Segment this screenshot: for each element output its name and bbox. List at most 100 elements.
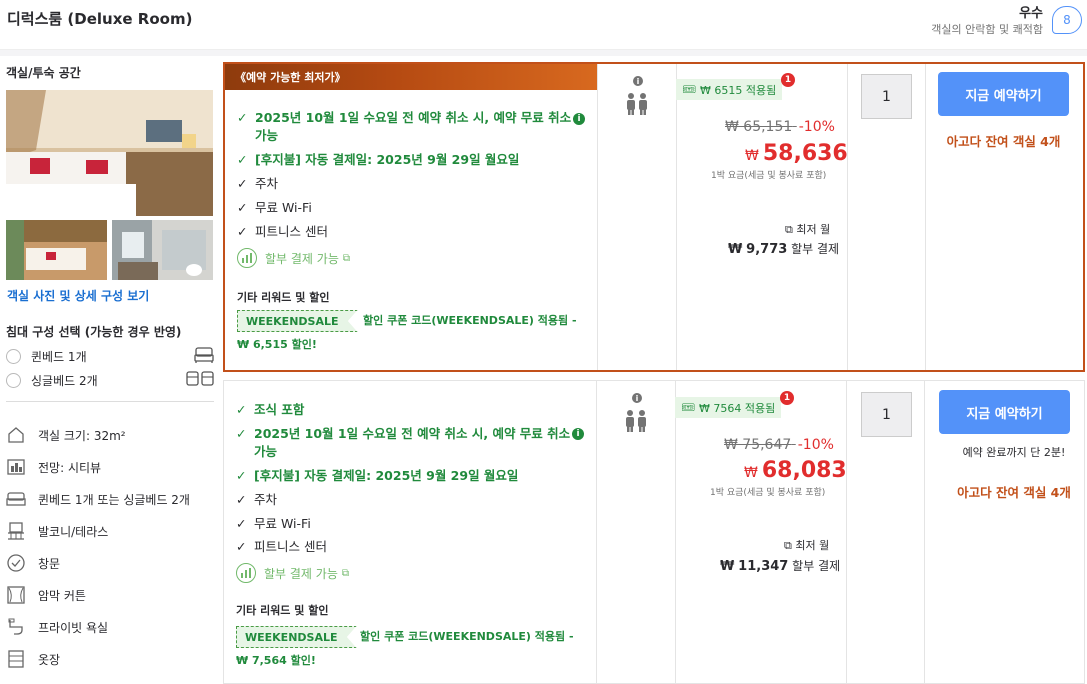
room-space-title: 객실/투숙 공간: [6, 66, 81, 80]
amenity-item: 객실 크기: 32m²: [6, 424, 216, 446]
coupon-discount-amount: ₩ 7,564 할인!: [236, 654, 316, 667]
info-icon[interactable]: i: [573, 113, 585, 125]
installment-link[interactable]: 할부 결제 가능 ⧉: [237, 248, 350, 268]
room-photo-main[interactable]: [6, 90, 213, 216]
review-score-badge[interactable]: 8: [1052, 6, 1082, 34]
final-price-value: 58,636: [762, 141, 848, 166]
monthly-installment-amount: ₩ 11,347 할부 결제: [720, 557, 840, 574]
bed-option-label: 싱글베드 2개: [31, 373, 98, 388]
bed-option-radio[interactable]: [6, 348, 21, 364]
room-offer-card: ✓ 조식 포함 ✓ 2025년 10월 1일 수요일 전 예약 취소 시, 예약…: [223, 380, 1085, 684]
amenity-label: 전망: 시티뷰: [38, 460, 102, 475]
amenity-item: 창문: [6, 552, 216, 574]
room-photos-link[interactable]: 객실 사진 및 상세 구성 보기: [7, 287, 149, 304]
installment-icon: [237, 248, 257, 268]
currency-symbol: ₩: [728, 242, 743, 257]
bed-option-radio[interactable]: [6, 372, 21, 388]
condition-text: 2025년 10월 1일 수요일 전 예약 취소 시, 예약 무료 취소 가능: [254, 426, 571, 459]
currency-symbol: ₩: [745, 148, 759, 164]
check-icon: ✓: [237, 152, 248, 167]
room-photo-thumb-1[interactable]: [6, 220, 107, 280]
feature-fitness: ✓ 피트니스 센터: [237, 223, 577, 241]
info-icon[interactable]: i: [633, 76, 643, 86]
coupon-code-tag: WEEKENDSALE: [236, 626, 357, 648]
monthly-suffix: 할부 결제: [791, 242, 840, 256]
check-icon: ✓: [237, 200, 248, 215]
rewards-title: 기타 리워드 및 할인: [236, 604, 329, 617]
monthly-installment-amount: ₩ 9,773 할부 결제: [728, 240, 839, 257]
column-divider: [675, 381, 676, 683]
check-icon: ✓: [236, 516, 247, 531]
feature-text: 주차: [255, 176, 279, 191]
discount-percent: -10%: [797, 437, 834, 453]
notification-badge: 1: [781, 73, 795, 87]
monthly-amount-value: 11,347: [738, 559, 789, 574]
external-link-icon: ⧉: [784, 539, 792, 552]
coupon-discount-amount: ₩ 6,515 할인!: [237, 338, 317, 351]
currency-symbol: ₩: [744, 465, 758, 481]
installment-link[interactable]: 할부 결제 가능 ⧉: [236, 563, 349, 583]
amenity-item: 전망: 시티뷰: [6, 456, 216, 478]
curtain-icon: [6, 585, 26, 605]
feature-wifi: ✓ 무료 Wi-Fi: [236, 515, 576, 533]
column-divider: [597, 64, 598, 370]
room-size-icon: [6, 425, 26, 445]
bed-option-queen[interactable]: 퀸베드 1개: [6, 346, 214, 366]
amenity-item: 퀸베드 1개 또는 싱글베드 2개: [6, 488, 216, 510]
booking-urgency-notice: 예약 완료까지 단 2분!: [962, 446, 1066, 459]
coupon-code-tag: WEEKENDSALE: [237, 310, 358, 332]
coupon-applied-text: 할인 쿠폰 코드(WEEKENDSALE) 적용됨 -: [360, 630, 574, 643]
amenity-label: 퀸베드 1개 또는 싱글베드 2개: [38, 492, 190, 507]
twin-bed-icon: [186, 370, 214, 392]
room-header: 디럭스룸 (Deluxe Room) 우수 객실의 안락함 및 쾌적함 8: [0, 0, 1087, 50]
bed-config-title: 침대 구성 선택 (가능한 경우 반영): [6, 325, 182, 339]
breakfast-included-condition: ✓ 조식 포함: [236, 401, 576, 419]
amenity-label: 암막 커튼: [38, 588, 86, 603]
monthly-installment-label: ⧉ 최저 월: [784, 537, 829, 553]
book-now-button[interactable]: 지금 예약하기: [938, 72, 1069, 116]
room-quantity-select[interactable]: 1: [861, 392, 912, 437]
check-icon: ✓: [236, 492, 247, 507]
price-note: 1박 요금(세금 및 봉사료 포함): [711, 171, 827, 181]
original-price: ₩ 75,647 -10%: [724, 437, 834, 453]
best-price-ribbon: 《예약 가능한 최저가》: [225, 64, 597, 90]
feature-text: 피트니스 센터: [255, 224, 328, 239]
feature-text: 무료 Wi-Fi: [255, 200, 312, 215]
amenity-item: 암막 커튼: [6, 584, 216, 606]
occupancy-icon: [625, 92, 649, 116]
monthly-installment-label: ⧉ 최저 월: [785, 221, 830, 237]
installment-icon: [236, 563, 256, 583]
feature-text: 피트니스 센터: [254, 539, 327, 554]
condition-text: [후지불] 자동 결제일: 2025년 9월 29일 월요일: [254, 468, 519, 483]
coupon-applied-text: 할인 쿠폰 코드(WEEKENDSALE) 적용됨 -: [363, 314, 577, 327]
free-cancellation-condition: ✓ 2025년 10월 1일 수요일 전 예약 취소 시, 예약 무료 취소 가…: [236, 425, 576, 461]
ticket-icon: 🎟: [681, 401, 695, 414]
info-icon[interactable]: i: [632, 393, 642, 403]
amenity-label: 프라이빗 욕실: [38, 620, 109, 635]
rooms-left-notice: 아고다 잔여 객실 4개: [957, 485, 1071, 500]
feature-text: 무료 Wi-Fi: [254, 516, 311, 531]
book-now-button[interactable]: 지금 예약하기: [939, 390, 1070, 434]
review-score-category: 객실의 안락함 및 쾌적함: [931, 23, 1043, 36]
bathroom-icon: [6, 617, 26, 637]
original-price-value: ₩ 65,151: [725, 119, 793, 135]
amenity-label: 창문: [38, 556, 61, 571]
amenity-item: 발코니/테라스: [6, 520, 216, 542]
original-price: ₩ 65,151 -10%: [725, 119, 835, 135]
coupon-applied-tag: 🎟 ₩ 6515 적용됨: [676, 79, 783, 100]
installment-label: 할부 결제 가능: [264, 566, 338, 581]
amenity-item: 프라이빗 욕실: [6, 616, 216, 638]
applied-amount: ₩ 7564 적용됨: [698, 401, 776, 415]
coupon-applied-tag: 🎟 ₩ 7564 적용됨: [675, 397, 782, 418]
bed-option-twin[interactable]: 싱글베드 2개: [6, 370, 214, 390]
info-icon[interactable]: i: [572, 428, 584, 440]
room-photo-thumb-2[interactable]: [112, 220, 213, 280]
room-quantity-select[interactable]: 1: [861, 74, 912, 119]
monthly-label-text: 최저 월: [796, 223, 831, 236]
final-price-value: 68,083: [761, 458, 847, 483]
balcony-icon: [6, 521, 26, 541]
final-price: ₩58,636: [745, 141, 848, 166]
column-divider: [847, 64, 848, 370]
external-link-icon: ⧉: [342, 252, 351, 264]
feature-fitness: ✓ 피트니스 센터: [236, 538, 576, 556]
